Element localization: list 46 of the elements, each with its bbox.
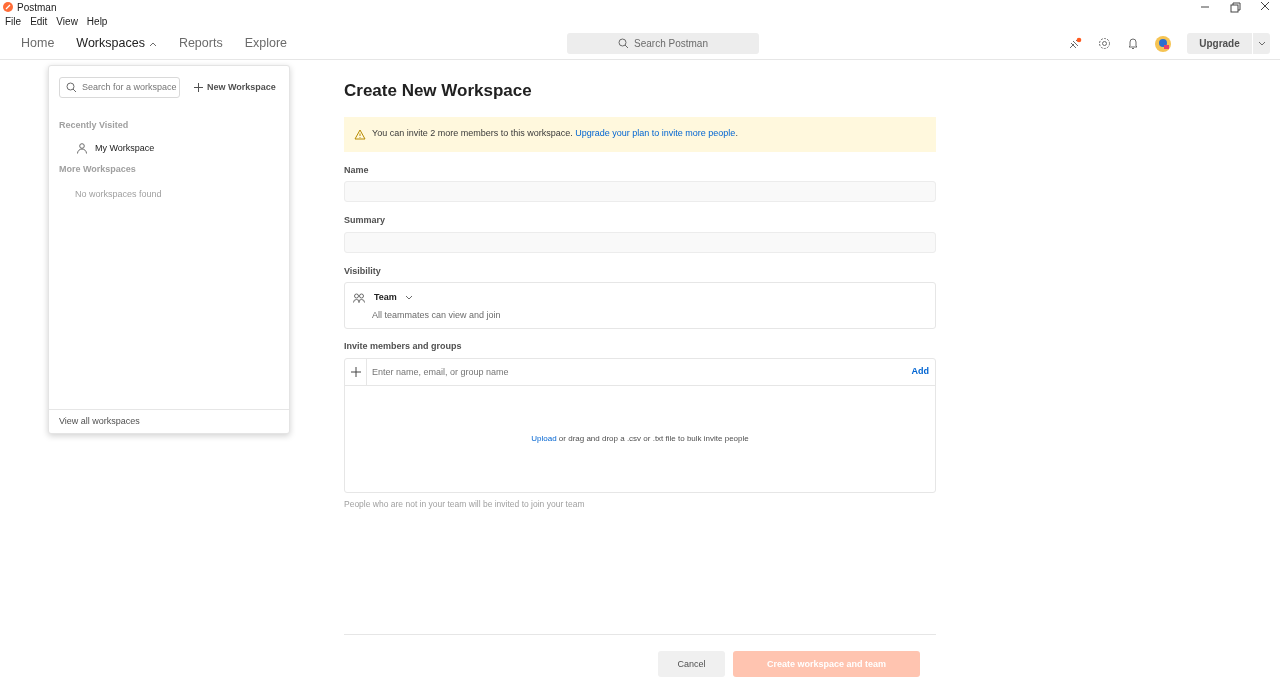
visibility-selector[interactable]: Team All teammates can view and join	[344, 282, 936, 329]
section-title: Recently Visited	[58, 119, 130, 132]
menu-item[interactable]: File	[5, 13, 22, 29]
search-field[interactable]: Search Postman	[567, 33, 760, 54]
view-all-link[interactable]: View all workspaces	[59, 415, 140, 426]
menu-item[interactable]: View	[56, 13, 78, 29]
warning-icon	[354, 128, 366, 140]
window-title: Postman	[17, 0, 57, 15]
field-label: Invite members and groups	[344, 340, 463, 353]
hint-text: People who are not in your team will be invited to join your team	[344, 497, 586, 511]
nav-tab[interactable]: Explore	[233, 27, 299, 60]
chevron-down-icon	[1257, 40, 1266, 47]
menu-item[interactable]: Edit	[30, 13, 48, 29]
upload-link[interactable]: Upload	[531, 433, 557, 443]
section-title: More Workspaces	[58, 163, 137, 176]
search-icon	[618, 38, 630, 49]
plus-icon	[350, 366, 361, 377]
people-icon	[353, 292, 365, 303]
new-workspace-button[interactable]: New Workspace	[194, 80, 276, 95]
workspace-search-field[interactable]: Search for a workspace	[59, 77, 180, 98]
chevron-down-icon	[404, 294, 413, 301]
cancel-button[interactable]: Cancel	[658, 651, 725, 678]
app-logo-icon	[3, 2, 13, 12]
field-label: Name	[344, 163, 370, 177]
settings-icon[interactable]	[1098, 37, 1111, 50]
field-label: Summary	[344, 214, 387, 227]
menu-item[interactable]: Help	[86, 13, 108, 29]
add-button[interactable]: Add	[905, 364, 935, 379]
upload-text: Upload or drag and drop a .csv or .txt file to bulk invite people	[531, 432, 749, 445]
nav-tab[interactable]: Reports	[167, 27, 234, 60]
alert-text: You can invite 2 more members to this workspace. Upgrade your plan to invite more people.	[372, 127, 738, 141]
visibility-value: Team	[374, 291, 397, 304]
nav-tab[interactable]: Home	[10, 27, 66, 60]
empty-message: No workspaces found	[74, 187, 163, 201]
plus-icon	[194, 83, 203, 92]
upgrade-button[interactable]: Upgrade	[1187, 33, 1252, 54]
page-title: Create New Workspace	[344, 80, 533, 102]
satellite-icon[interactable]	[1068, 36, 1082, 51]
bell-icon[interactable]	[1127, 37, 1139, 50]
avatar-icon[interactable]	[1155, 35, 1171, 52]
search-icon	[66, 82, 77, 93]
workspace-item[interactable]: My Workspace	[49, 141, 289, 155]
nav-tab[interactable]: Workspaces	[65, 27, 168, 60]
person-icon	[77, 142, 87, 154]
visibility-description: All teammates can view and join	[372, 308, 502, 322]
field-label: Visibility	[344, 264, 382, 278]
